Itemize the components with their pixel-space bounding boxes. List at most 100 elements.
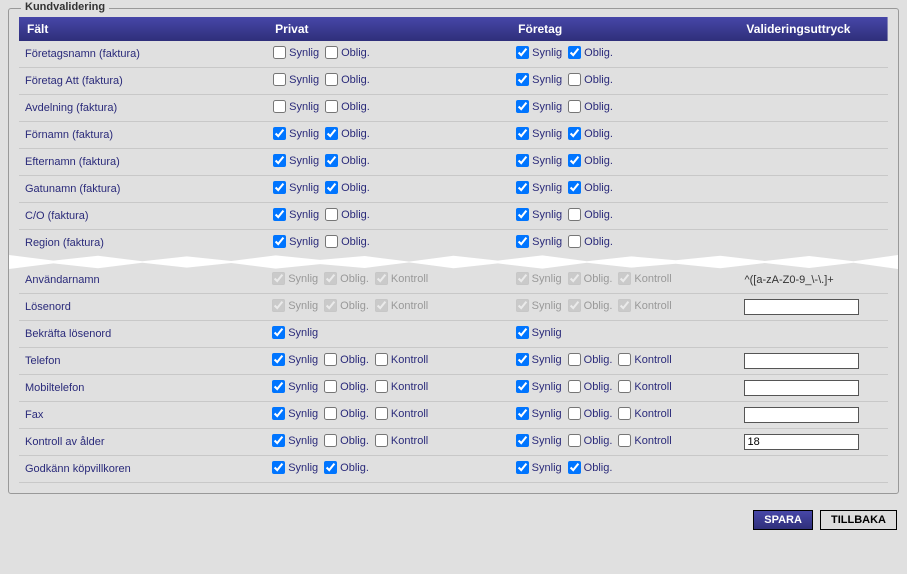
privat-synlig-checkbox[interactable]: [272, 353, 285, 366]
foretag-synlig-checkbox[interactable]: [516, 326, 529, 339]
foretag-synlig[interactable]: Synlig: [516, 235, 562, 248]
foretag-synlig[interactable]: Synlig: [516, 46, 562, 59]
privat-oblig[interactable]: Oblig.: [325, 181, 370, 194]
privat-oblig-checkbox[interactable]: [324, 434, 337, 447]
privat-oblig[interactable]: Oblig.: [324, 461, 369, 474]
privat-oblig[interactable]: Oblig.: [324, 407, 369, 420]
foretag-oblig[interactable]: Oblig.: [568, 353, 613, 366]
foretag-synlig-checkbox[interactable]: [516, 127, 529, 140]
foretag-synlig-checkbox[interactable]: [516, 100, 529, 113]
privat-synlig[interactable]: Synlig: [273, 208, 319, 221]
validation-input[interactable]: [744, 299, 859, 315]
privat-oblig-checkbox[interactable]: [325, 73, 338, 86]
foretag-oblig[interactable]: Oblig.: [568, 235, 613, 248]
privat-synlig-checkbox[interactable]: [272, 461, 285, 474]
privat-synlig-checkbox[interactable]: [272, 380, 285, 393]
privat-synlig-checkbox[interactable]: [273, 127, 286, 140]
foretag-synlig[interactable]: Synlig: [516, 208, 562, 221]
privat-synlig[interactable]: Synlig: [273, 235, 319, 248]
privat-oblig-checkbox[interactable]: [325, 100, 338, 113]
privat-synlig-checkbox[interactable]: [272, 434, 285, 447]
foretag-oblig-checkbox[interactable]: [568, 353, 581, 366]
foretag-oblig-checkbox[interactable]: [568, 434, 581, 447]
privat-synlig[interactable]: Synlig: [273, 46, 319, 59]
foretag-synlig[interactable]: Synlig: [516, 127, 562, 140]
privat-oblig[interactable]: Oblig.: [324, 353, 369, 366]
privat-synlig[interactable]: Synlig: [272, 461, 318, 474]
validation-input[interactable]: [744, 353, 859, 369]
foretag-kontroll[interactable]: Kontroll: [618, 434, 671, 447]
privat-synlig[interactable]: Synlig: [272, 380, 318, 393]
foretag-kontroll[interactable]: Kontroll: [618, 407, 671, 420]
privat-oblig-checkbox[interactable]: [325, 181, 338, 194]
foretag-oblig[interactable]: Oblig.: [568, 73, 613, 86]
privat-oblig[interactable]: Oblig.: [325, 208, 370, 221]
foretag-synlig-checkbox[interactable]: [516, 380, 529, 393]
privat-oblig-checkbox[interactable]: [325, 127, 338, 140]
foretag-oblig[interactable]: Oblig.: [568, 127, 613, 140]
foretag-oblig-checkbox[interactable]: [568, 380, 581, 393]
privat-oblig-checkbox[interactable]: [324, 353, 337, 366]
foretag-oblig[interactable]: Oblig.: [568, 407, 613, 420]
back-button[interactable]: TILLBAKA: [820, 510, 897, 530]
foretag-synlig[interactable]: Synlig: [516, 326, 562, 339]
privat-oblig-checkbox[interactable]: [325, 235, 338, 248]
foretag-oblig[interactable]: Oblig.: [568, 100, 613, 113]
privat-synlig[interactable]: Synlig: [273, 73, 319, 86]
foretag-synlig[interactable]: Synlig: [516, 407, 562, 420]
foretag-synlig[interactable]: Synlig: [516, 100, 562, 113]
foretag-kontroll-checkbox[interactable]: [618, 434, 631, 447]
foretag-oblig-checkbox[interactable]: [568, 127, 581, 140]
privat-oblig-checkbox[interactable]: [324, 461, 337, 474]
privat-kontroll-checkbox[interactable]: [375, 434, 388, 447]
privat-oblig-checkbox[interactable]: [324, 407, 337, 420]
privat-kontroll-checkbox[interactable]: [375, 380, 388, 393]
privat-synlig-checkbox[interactable]: [273, 46, 286, 59]
foretag-oblig[interactable]: Oblig.: [568, 181, 613, 194]
foretag-synlig-checkbox[interactable]: [516, 208, 529, 221]
foretag-synlig[interactable]: Synlig: [516, 353, 562, 366]
foretag-oblig-checkbox[interactable]: [568, 235, 581, 248]
foretag-oblig-checkbox[interactable]: [568, 461, 581, 474]
privat-oblig-checkbox[interactable]: [324, 380, 337, 393]
privat-synlig[interactable]: Synlig: [272, 353, 318, 366]
foretag-kontroll[interactable]: Kontroll: [618, 353, 671, 366]
privat-oblig[interactable]: Oblig.: [325, 235, 370, 248]
privat-synlig[interactable]: Synlig: [272, 326, 318, 339]
privat-synlig[interactable]: Synlig: [273, 100, 319, 113]
privat-oblig[interactable]: Oblig.: [325, 127, 370, 140]
foretag-synlig-checkbox[interactable]: [516, 154, 529, 167]
privat-oblig[interactable]: Oblig.: [325, 46, 370, 59]
privat-synlig-checkbox[interactable]: [273, 154, 286, 167]
foretag-synlig[interactable]: Synlig: [516, 154, 562, 167]
foretag-synlig[interactable]: Synlig: [516, 73, 562, 86]
foretag-kontroll-checkbox[interactable]: [618, 380, 631, 393]
privat-synlig-checkbox[interactable]: [273, 73, 286, 86]
privat-oblig[interactable]: Oblig.: [325, 154, 370, 167]
foretag-oblig[interactable]: Oblig.: [568, 434, 613, 447]
foretag-kontroll-checkbox[interactable]: [618, 407, 631, 420]
privat-kontroll[interactable]: Kontroll: [375, 353, 428, 366]
privat-oblig[interactable]: Oblig.: [325, 100, 370, 113]
privat-oblig-checkbox[interactable]: [325, 154, 338, 167]
privat-kontroll-checkbox[interactable]: [375, 407, 388, 420]
validation-input[interactable]: [744, 407, 859, 423]
foretag-synlig[interactable]: Synlig: [516, 461, 562, 474]
validation-input[interactable]: [744, 434, 859, 450]
privat-synlig-checkbox[interactable]: [273, 208, 286, 221]
foretag-synlig[interactable]: Synlig: [516, 181, 562, 194]
foretag-oblig[interactable]: Oblig.: [568, 380, 613, 393]
privat-kontroll[interactable]: Kontroll: [375, 434, 428, 447]
privat-oblig[interactable]: Oblig.: [324, 434, 369, 447]
foretag-oblig-checkbox[interactable]: [568, 208, 581, 221]
privat-kontroll[interactable]: Kontroll: [375, 380, 428, 393]
foretag-oblig[interactable]: Oblig.: [568, 46, 613, 59]
foretag-synlig-checkbox[interactable]: [516, 73, 529, 86]
foretag-oblig-checkbox[interactable]: [568, 73, 581, 86]
foretag-synlig-checkbox[interactable]: [516, 235, 529, 248]
privat-kontroll[interactable]: Kontroll: [375, 407, 428, 420]
foretag-kontroll[interactable]: Kontroll: [618, 380, 671, 393]
foretag-oblig[interactable]: Oblig.: [568, 154, 613, 167]
privat-oblig[interactable]: Oblig.: [324, 380, 369, 393]
foretag-oblig-checkbox[interactable]: [568, 100, 581, 113]
